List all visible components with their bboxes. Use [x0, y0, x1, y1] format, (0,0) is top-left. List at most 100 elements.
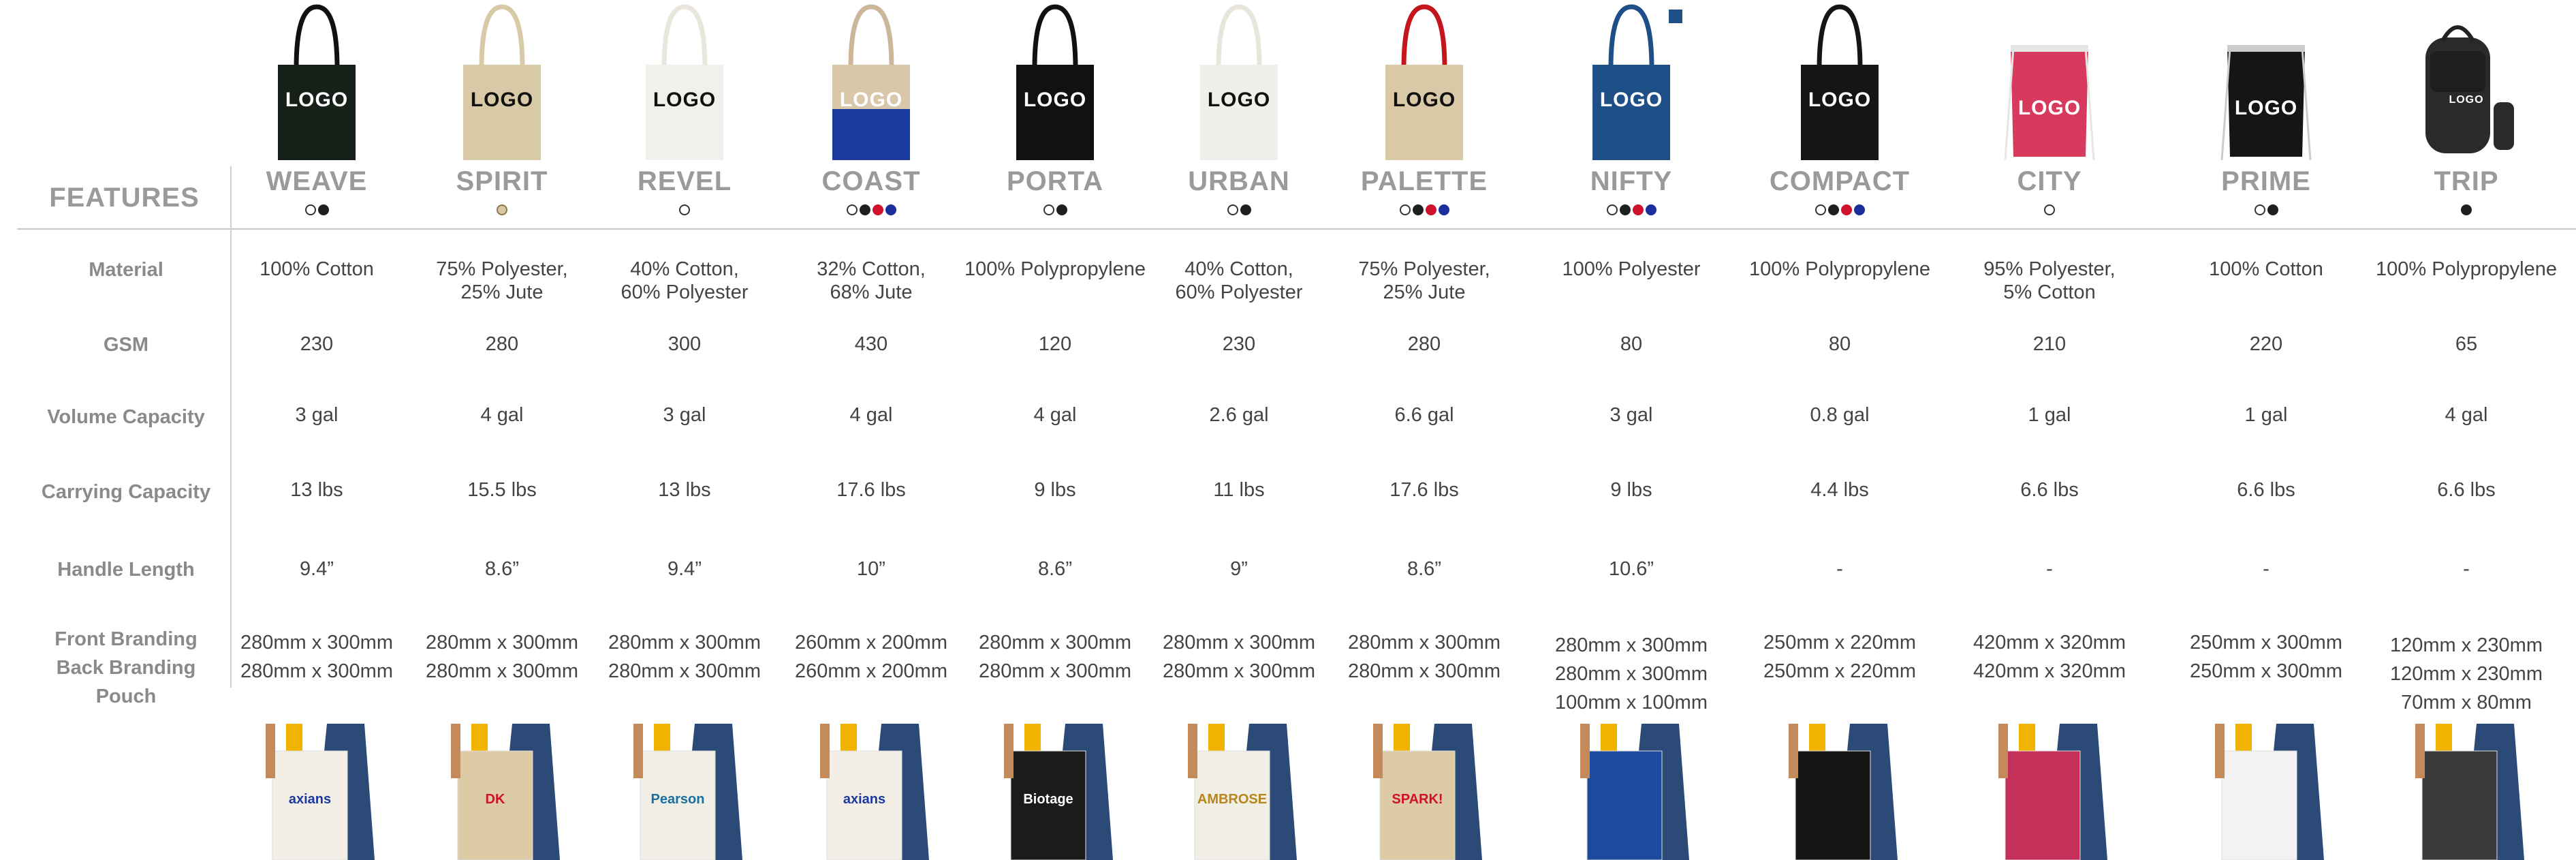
lifestyle-photo-frame[interactable]	[1768, 724, 1911, 860]
color-swatch[interactable]	[1438, 204, 1449, 215]
lifestyle-photo	[1768, 724, 1911, 860]
row-label: Volume Capacity	[47, 406, 205, 428]
color-swatch[interactable]	[1606, 204, 1618, 215]
product-name: CITY	[2017, 166, 2082, 196]
product-column-city: LOGO CITY 95% Polyester, 5% Cotton 210 1 gal 6…	[1954, 0, 2145, 860]
bag-illustration	[1200, 4, 1278, 160]
lifestyle-photo-frame[interactable]: Pearson	[613, 724, 756, 860]
lifestyle-photo	[1978, 724, 2121, 860]
color-swatch[interactable]	[1412, 204, 1424, 215]
lifestyle-photo-frame[interactable]: axians	[245, 724, 388, 860]
branding-line: 280mm x 300mm	[1347, 632, 1501, 654]
product-column-weave: LOGO WEAVE 100% Cotton 230 3 gal 13 lbs 9.4” 28…	[221, 0, 412, 860]
material-line: 100% Cotton	[2209, 258, 2323, 280]
color-swatch[interactable]	[1632, 204, 1644, 215]
bag-image[interactable]: LOGO	[451, 0, 553, 164]
color-swatch[interactable]	[1827, 204, 1839, 215]
bag-image[interactable]: LOGO	[820, 0, 922, 164]
volume-capacity-value: 1 gal	[2028, 404, 2071, 426]
branding-line: 100mm x 100mm	[1554, 692, 1708, 713]
bag-image[interactable]: LOGO	[1998, 0, 2101, 164]
color-swatches	[1144, 204, 1334, 215]
handle-length-value: 9.4”	[300, 558, 334, 580]
color-swatch[interactable]	[1619, 204, 1631, 215]
bag-illustration	[1385, 4, 1463, 160]
lifestyle-photo-frame[interactable]	[2195, 724, 2338, 860]
color-swatch[interactable]	[846, 204, 858, 215]
photo-brand-label: Pearson	[650, 792, 705, 807]
handle-length-value: 8.6”	[485, 558, 519, 580]
carrying-capacity-value: 15.5 lbs	[467, 479, 537, 501]
row-label: Carrying Capacity	[41, 481, 211, 503]
branding-line: 250mm x 300mm	[2189, 632, 2342, 654]
bag-image[interactable]: LOGO	[1789, 0, 1891, 164]
color-swatch[interactable]	[1227, 204, 1238, 215]
color-swatch[interactable]	[1425, 204, 1436, 215]
bag-image[interactable]: LOGO	[633, 0, 736, 164]
color-swatch[interactable]	[1240, 204, 1251, 215]
material-line: 60% Polyester	[1175, 281, 1303, 303]
photo-brand-label: SPARK!	[1392, 792, 1443, 807]
color-swatch[interactable]	[497, 204, 507, 215]
product-name: REVEL	[637, 166, 732, 196]
bag-image[interactable]: LOGO	[1580, 0, 1682, 164]
branding-values: 250mm x 220mm 250mm x 220mm	[1744, 628, 1935, 686]
lifestyle-photo-frame[interactable]: AMBROSE	[1167, 724, 1310, 860]
product-name: COAST	[821, 166, 921, 196]
photo-brand-label: AMBROSE	[1197, 792, 1268, 807]
bag-illustration	[1016, 4, 1094, 160]
product-column-urban: LOGO URBAN 40% Cotton, 60% Polyester 230 2.6 …	[1144, 0, 1334, 860]
lifestyle-photo-frame[interactable]	[1560, 724, 1703, 860]
color-swatch[interactable]	[885, 204, 896, 215]
color-swatch[interactable]	[1043, 204, 1054, 215]
color-swatch[interactable]	[1645, 204, 1656, 215]
handle-length-value: 8.6”	[1407, 558, 1441, 580]
lifestyle-photo-frame[interactable]: DK	[430, 724, 574, 860]
material-value: 75% Polyester, 25% Jute	[407, 258, 597, 304]
bag-image[interactable]: LOGO	[2415, 0, 2517, 164]
bag-image[interactable]: LOGO	[1004, 0, 1106, 164]
bag-image[interactable]: LOGO	[1373, 0, 1475, 164]
bag-image[interactable]: LOGO	[1188, 0, 1290, 164]
bag-logo-label: LOGO	[839, 89, 903, 111]
color-swatch[interactable]	[317, 204, 329, 215]
color-swatch[interactable]	[2461, 204, 2472, 215]
lifestyle-photo-frame[interactable]: axians	[800, 724, 943, 860]
lifestyle-photo-frame[interactable]: Biotage	[984, 724, 1127, 860]
bag-logo-label: LOGO	[1808, 89, 1872, 111]
color-swatch[interactable]	[304, 204, 316, 215]
branding-line: 280mm x 300mm	[1162, 632, 1315, 654]
material-line: 75% Polyester,	[436, 258, 568, 280]
bag-illustration	[832, 4, 910, 160]
material-line: 25% Jute	[1383, 281, 1466, 303]
branding-values: 280mm x 300mm 280mm x 300mm	[589, 628, 780, 686]
volume-capacity-value: 2.6 gal	[1209, 404, 1269, 426]
lifestyle-photo-frame[interactable]: SPARK!	[1353, 724, 1496, 860]
color-swatch[interactable]	[2044, 204, 2055, 215]
row-label: GSM	[103, 334, 149, 356]
material-value: 40% Cotton, 60% Polyester	[589, 258, 780, 304]
color-swatch[interactable]	[1815, 204, 1826, 215]
handle-length-value: -	[2463, 558, 2470, 580]
branding-line: 280mm x 300mm	[425, 660, 578, 682]
branding-line: 280mm x 300mm	[978, 632, 1131, 654]
product-column-trip: LOGO TRIP 100% Polypropylene 65 4 gal 6.6 lbs…	[2371, 0, 2562, 860]
color-swatch[interactable]	[872, 204, 883, 215]
bag-image[interactable]: LOGO	[266, 0, 368, 164]
bag-logo-label: LOGO	[1207, 89, 1271, 111]
material-line: 25% Jute	[460, 281, 544, 303]
gsm-value: 430	[854, 333, 888, 355]
color-swatch[interactable]	[1056, 204, 1067, 215]
color-swatch[interactable]	[679, 204, 690, 215]
bag-image[interactable]: LOGO	[2215, 0, 2317, 164]
color-swatch[interactable]	[859, 204, 870, 215]
carrying-capacity-value: 6.6 lbs	[2237, 479, 2295, 501]
color-swatch[interactable]	[1399, 204, 1411, 215]
color-swatch[interactable]	[1840, 204, 1852, 215]
color-swatch[interactable]	[2267, 204, 2278, 215]
lifestyle-photo-frame[interactable]	[1978, 724, 2121, 860]
color-swatch[interactable]	[2254, 204, 2265, 215]
color-swatch[interactable]	[1853, 204, 1865, 215]
product-name: NIFTY	[1590, 166, 1673, 196]
lifestyle-photo-frame[interactable]	[2395, 724, 2538, 860]
